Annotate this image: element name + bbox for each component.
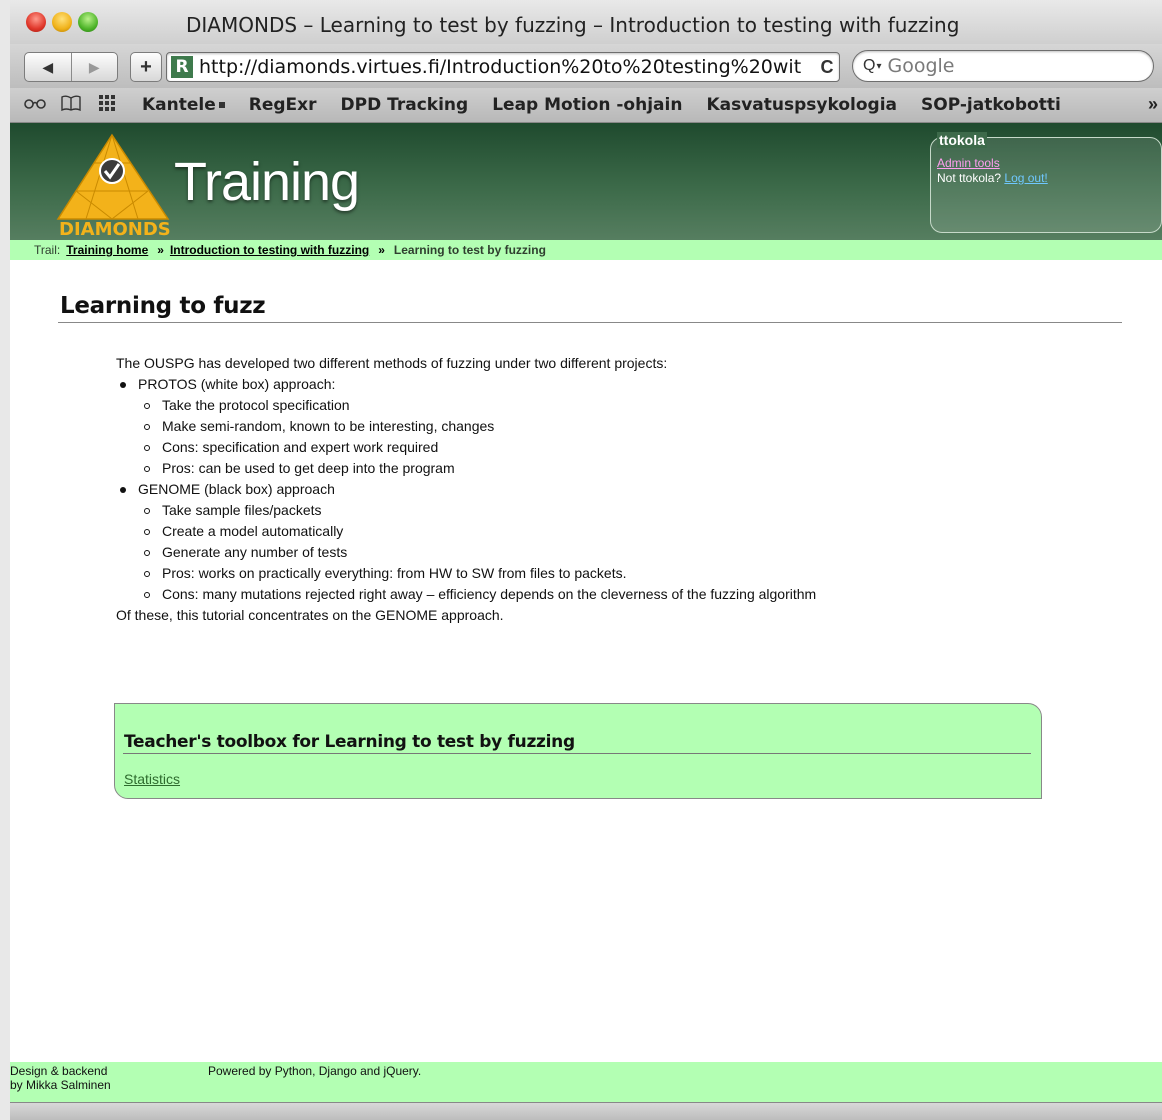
search-input-placeholder[interactable]: Google bbox=[887, 55, 954, 77]
username: ttokola bbox=[937, 132, 987, 148]
bookmark-sop-jatkobotti[interactable]: SOP-jatkobotti bbox=[921, 95, 1061, 115]
bookmarks-overflow-icon[interactable]: » bbox=[1148, 94, 1158, 115]
bookmark-regexr[interactable]: RegExr bbox=[249, 95, 317, 115]
bookmark-leap-motion[interactable]: Leap Motion -ohjain bbox=[492, 95, 682, 115]
list-item: Create a model automatically bbox=[116, 521, 816, 542]
grid-icon[interactable] bbox=[96, 94, 118, 116]
status-bar bbox=[10, 1102, 1162, 1120]
credit-line-2: by Mikka Salminen bbox=[10, 1078, 111, 1092]
bookmark-kantele[interactable]: Kantele bbox=[142, 95, 225, 115]
list-item: Make semi-random, known to be interestin… bbox=[116, 416, 816, 437]
zoom-window-button[interactable] bbox=[78, 12, 98, 32]
breadcrumb-label: Trail: bbox=[34, 243, 61, 257]
breadcrumb-current: Learning to test by fuzzing bbox=[393, 243, 546, 257]
bookmark-dpd-tracking[interactable]: DPD Tracking bbox=[341, 95, 469, 115]
toolbox-title: Teacher's toolbox for Learning to test b… bbox=[124, 732, 575, 752]
address-input[interactable]: http://diamonds.virtues.fi/Introduction%… bbox=[199, 56, 815, 78]
reading-glasses-icon[interactable] bbox=[24, 95, 46, 115]
page-title: Learning to fuzz bbox=[60, 293, 266, 319]
list-item: Generate any number of tests bbox=[116, 542, 816, 563]
plus-icon: + bbox=[140, 55, 152, 78]
statistics-link[interactable]: Statistics bbox=[124, 771, 180, 787]
window-title: DIAMONDS – Learning to test by fuzzing –… bbox=[186, 13, 960, 37]
list-item: GENOME (black box) approach bbox=[116, 479, 816, 500]
breadcrumb-intro-fuzzing[interactable]: Introduction to testing with fuzzing bbox=[170, 243, 369, 257]
admin-tools-link[interactable]: Admin tools bbox=[937, 156, 1000, 170]
list-item: PROTOS (white box) approach: bbox=[116, 374, 816, 395]
nav-buttons: ◀ ▶ bbox=[24, 52, 118, 82]
bookmarks-bar: Kantele RegExr DPD Tracking Leap Motion … bbox=[10, 88, 1162, 123]
toolbox-divider bbox=[123, 753, 1031, 754]
credit-line-1: Design & backend bbox=[10, 1064, 108, 1078]
list-item: Pros: can be used to get deep into the p… bbox=[116, 458, 816, 479]
list-item: Cons: many mutations rejected right away… bbox=[116, 584, 816, 605]
list-item: Take sample files/packets bbox=[116, 500, 816, 521]
forward-button[interactable]: ▶ bbox=[70, 53, 118, 81]
bookmark-kasvatuspsykologia[interactable]: Kasvatuspsykologia bbox=[706, 95, 897, 115]
reload-button[interactable]: C bbox=[815, 57, 839, 78]
breadcrumb: Trail: Training home » Introduction to t… bbox=[10, 240, 1162, 260]
web-page: DIAMONDS Training ttokola Admin tools No… bbox=[10, 123, 1162, 1120]
breadcrumb-separator: » bbox=[157, 243, 164, 257]
back-button[interactable]: ◀ bbox=[25, 53, 71, 81]
window-titlebar: DIAMONDS – Learning to test by fuzzing –… bbox=[10, 0, 1162, 45]
book-icon[interactable] bbox=[60, 95, 82, 116]
outro-text: Of these, this tutorial concentrates on … bbox=[116, 607, 504, 623]
methods-list: PROTOS (white box) approach: Take the pr… bbox=[116, 374, 816, 605]
breadcrumb-separator: » bbox=[378, 243, 385, 257]
intro-text: The OUSPG has developed two different me… bbox=[116, 355, 668, 371]
footer-powered-by: Powered by Python, Django and jQuery. bbox=[208, 1064, 422, 1078]
logo-text: DIAMONDS bbox=[59, 219, 171, 237]
list-item: Take the protocol specification bbox=[116, 395, 816, 416]
main-content: The OUSPG has developed two different me… bbox=[116, 353, 816, 626]
site-favicon-icon: R bbox=[171, 56, 193, 78]
diamonds-logo[interactable]: DIAMONDS bbox=[56, 131, 178, 240]
list-item: Cons: specification and expert work requ… bbox=[116, 437, 816, 458]
minimize-window-button[interactable] bbox=[52, 12, 72, 32]
logout-link[interactable]: Log out! bbox=[1004, 171, 1047, 185]
logout-line: Not ttokola? Log out! bbox=[937, 171, 1048, 185]
add-bookmark-button[interactable]: + bbox=[130, 52, 162, 82]
user-box: ttokola Admin tools Not ttokola? Log out… bbox=[930, 132, 1162, 233]
site-footer: Design & backend by Mikka Salminen Power… bbox=[10, 1062, 1162, 1102]
not-user-text: Not ttokola? bbox=[937, 171, 1002, 185]
back-arrow-icon: ◀ bbox=[42, 58, 54, 75]
forward-arrow-icon: ▶ bbox=[88, 58, 100, 75]
search-icon[interactable]: Q bbox=[863, 57, 875, 75]
site-header: DIAMONDS Training ttokola Admin tools No… bbox=[10, 123, 1162, 240]
teacher-toolbox: Teacher's toolbox for Learning to test b… bbox=[114, 703, 1042, 799]
address-bar[interactable]: R http://diamonds.virtues.fi/Introductio… bbox=[166, 52, 840, 82]
reload-icon: C bbox=[820, 56, 834, 77]
breadcrumb-training-home[interactable]: Training home bbox=[66, 243, 148, 257]
footer-credit: Design & backend by Mikka Salminen bbox=[10, 1064, 111, 1092]
browser-toolbar: ◀ ▶ + R http://diamonds.virtues.fi/Intro… bbox=[10, 44, 1162, 88]
search-engine-dropdown-icon[interactable]: ▾ bbox=[876, 61, 881, 72]
search-field[interactable]: Q ▾ Google bbox=[852, 50, 1154, 82]
folder-indicator-icon bbox=[218, 102, 225, 108]
close-window-button[interactable] bbox=[26, 12, 46, 32]
title-divider bbox=[58, 322, 1122, 323]
site-title: Training bbox=[174, 152, 360, 212]
list-item: Pros: works on practically everything: f… bbox=[116, 563, 816, 584]
